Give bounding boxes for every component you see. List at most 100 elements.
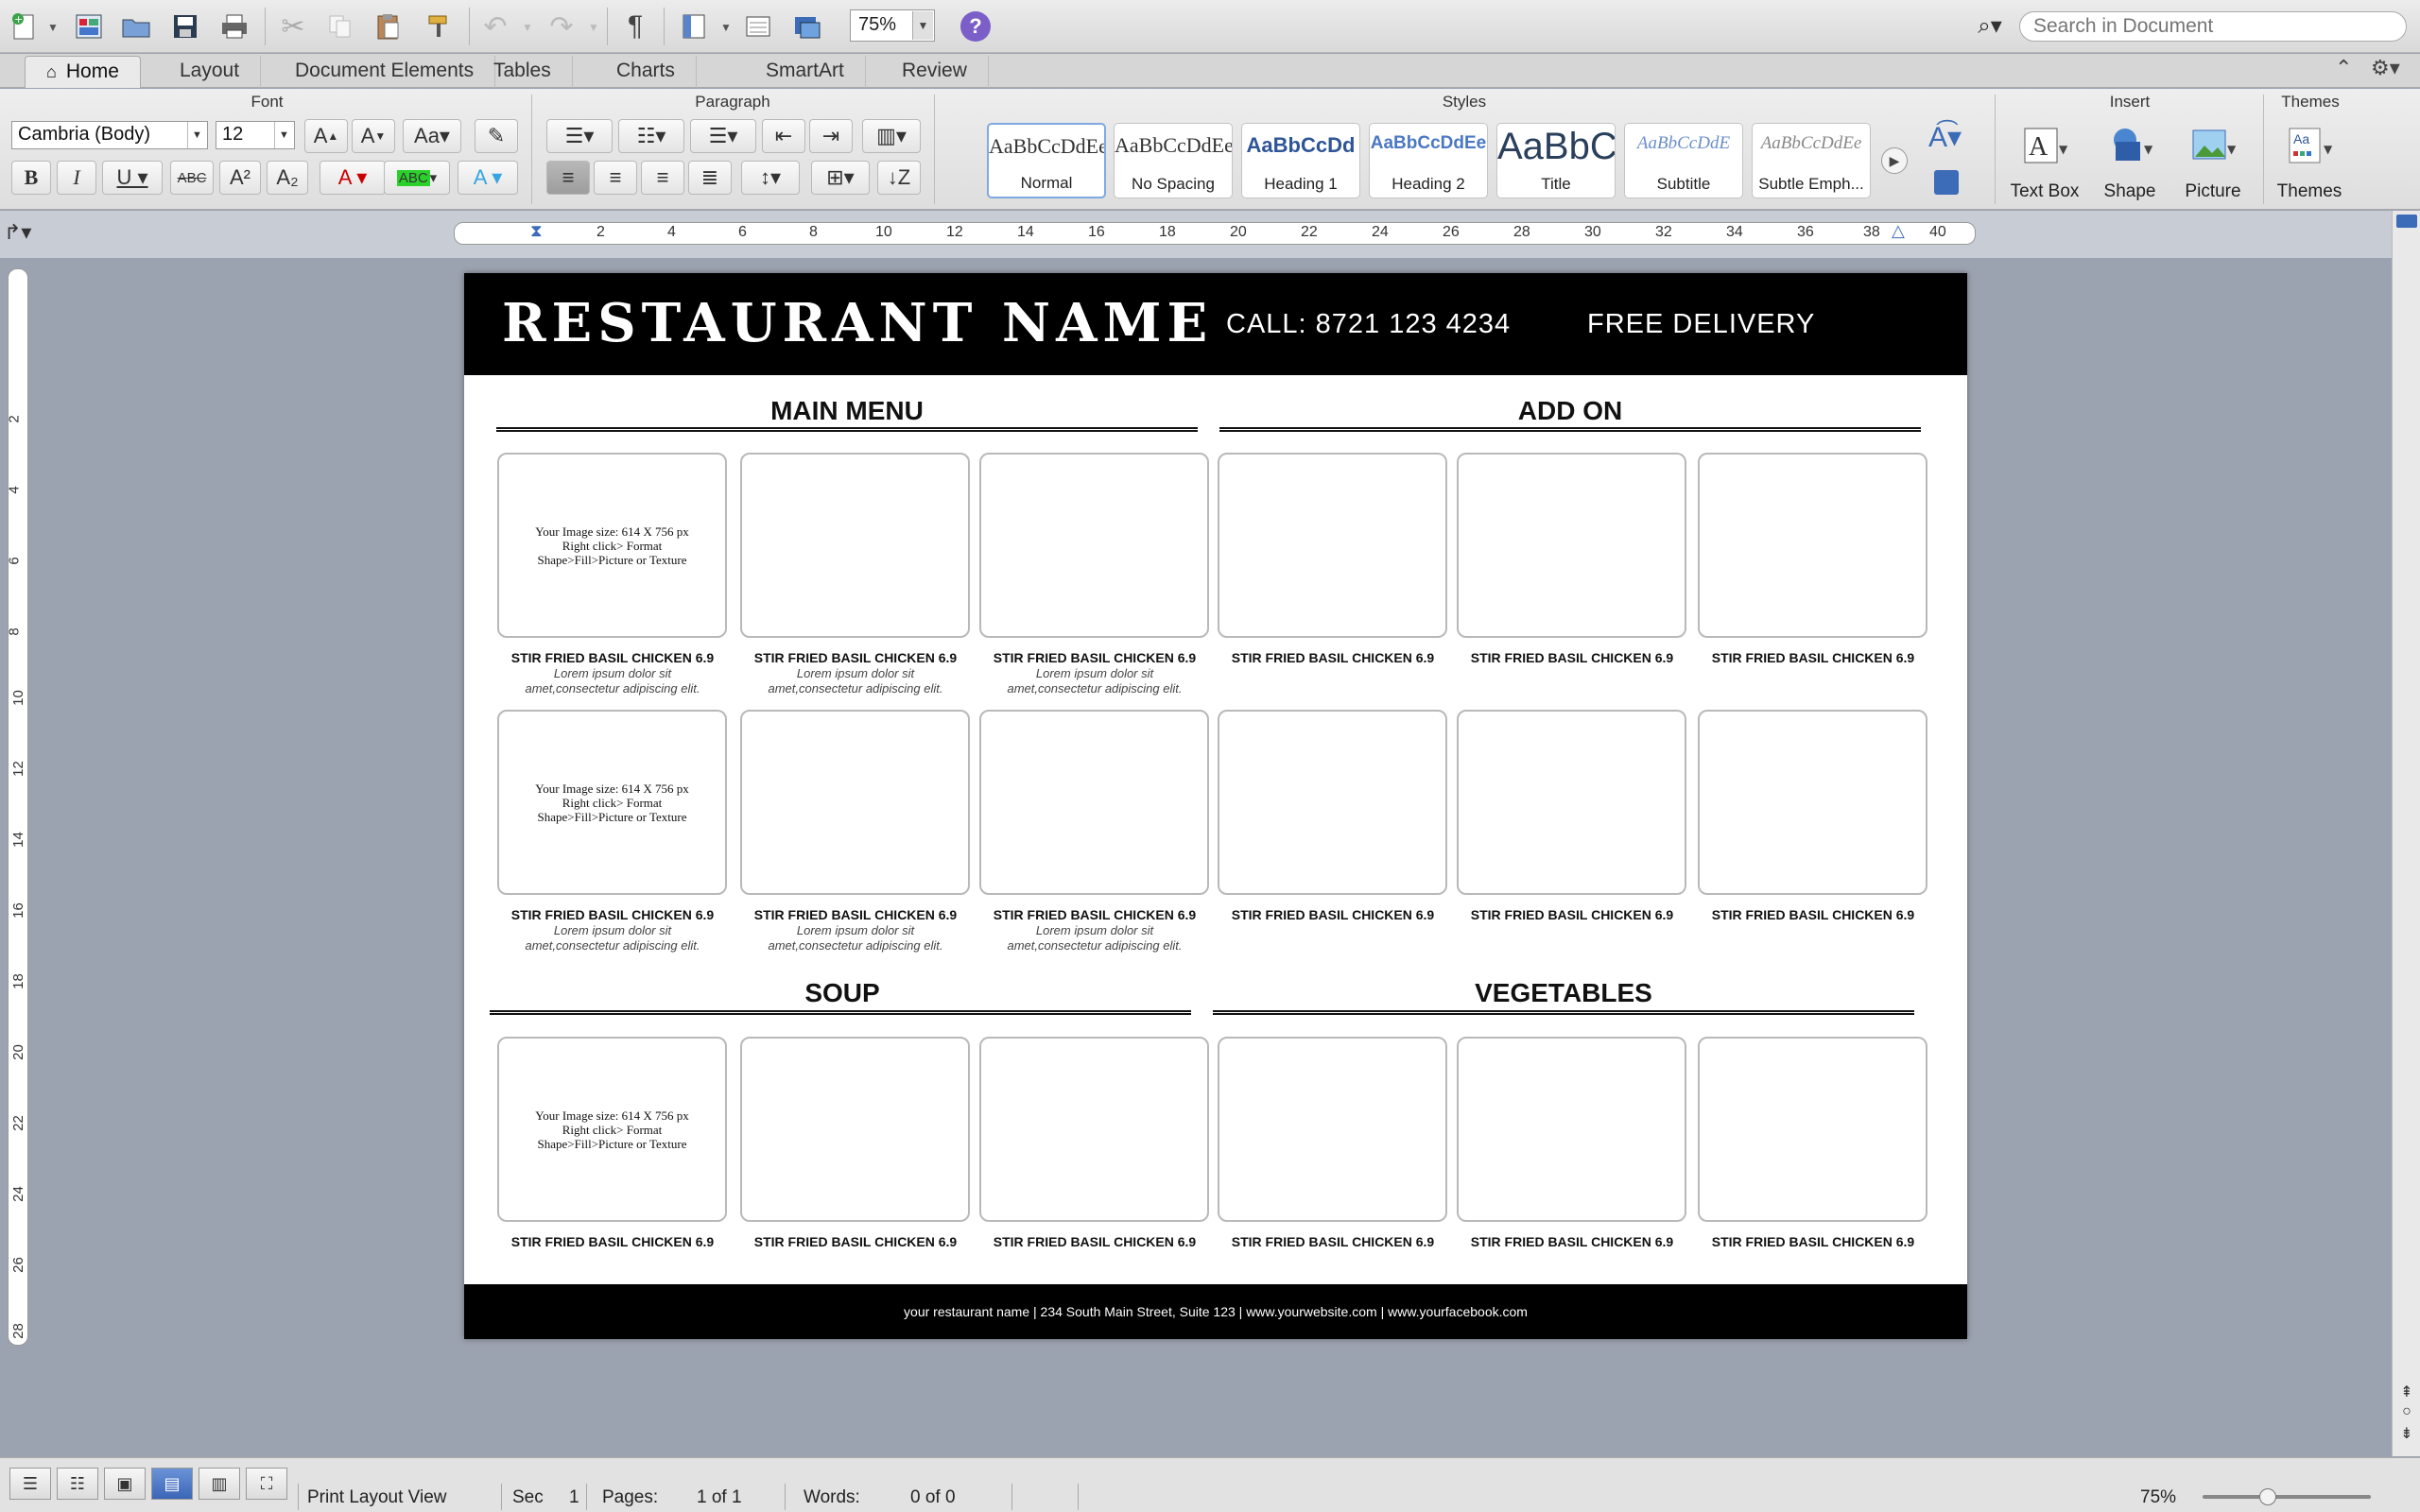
tab-layout[interactable]: Layout [159,56,262,88]
horizontal-ruler[interactable]: ⧗ △ 2 4 6 8 10 12 14 16 18 20 22 24 26 2… [454,221,1976,245]
style-subtitle[interactable]: AaBbCcDdE Subtitle [1624,123,1743,198]
image-placeholder[interactable] [1457,710,1686,895]
vertical-scrollbar[interactable]: ⇞ ○ ⇟ [2392,211,2420,1456]
zoom-dropdown-icon[interactable]: ▼ [912,11,933,40]
image-placeholder[interactable] [1698,453,1927,638]
font-color-icon[interactable]: A ▾ [320,161,386,195]
focus-view-icon[interactable]: ⛶ [246,1468,287,1500]
increase-indent-icon[interactable]: ⇥ [809,119,853,153]
change-case-icon[interactable]: Aa▾ [403,119,461,153]
shrink-font-icon[interactable]: A ▼ [352,119,395,153]
font-name-dropdown-icon[interactable]: ▼ [187,122,206,148]
redo-icon[interactable]: ↷ [543,8,580,45]
tab-review[interactable]: Review [881,56,989,88]
collapse-ribbon-icon[interactable]: ⌃ [2335,56,2352,80]
borders-icon[interactable]: ⊞▾ [811,161,870,195]
font-size-dropdown-icon[interactable]: ▼ [274,122,293,148]
image-placeholder[interactable] [1698,710,1927,895]
themes-button[interactable]: Aa ▼ Themes [2267,123,2352,202]
clear-formatting-icon[interactable]: ✎ [475,119,518,153]
manage-styles-icon[interactable]: A͡▾ [1928,121,1962,154]
tab-charts[interactable]: Charts [596,56,697,88]
image-placeholder[interactable] [979,710,1209,895]
subscript-icon[interactable]: A₂ [267,161,308,195]
vertical-ruler[interactable]: 2 4 6 8 10 12 14 16 18 20 22 24 26 28 [7,268,28,1346]
image-placeholder[interactable] [740,453,970,638]
image-placeholder[interactable] [979,453,1209,638]
search-icon[interactable]: ⌕▾ [1966,9,2014,43]
search-input[interactable] [2019,11,2407,42]
split-view-icon[interactable] [2396,215,2417,228]
gear-icon[interactable]: ⚙▾ [2371,56,2400,80]
text-effects-icon[interactable]: A ▾ [458,161,518,195]
styles-pane-icon[interactable] [1934,170,1959,195]
style-subtle-emphasis[interactable]: AaBbCcDdEe Subtle Emph... [1752,123,1871,198]
notebook-layout-icon[interactable]: ▥ [199,1468,240,1500]
image-placeholder[interactable] [740,1037,970,1222]
multilevel-list-icon[interactable]: ☰▾ [690,119,756,153]
image-placeholder[interactable] [1698,1037,1927,1222]
outline-view-icon[interactable]: ☷ [57,1468,98,1500]
print-icon[interactable] [216,8,253,45]
align-right-icon[interactable]: ≡ [641,161,684,195]
next-page-icon[interactable]: ⇟ [2396,1424,2417,1445]
superscript-icon[interactable]: A² [219,161,261,195]
justify-icon[interactable]: ≣ [688,161,732,195]
style-heading-1[interactable]: AaBbCcDd Heading 1 [1241,123,1360,198]
zoom-slider[interactable] [2203,1495,2371,1499]
format-painter-icon[interactable] [420,8,458,45]
right-indent-marker[interactable]: △ [1892,221,1905,241]
paste-icon[interactable] [369,8,406,45]
style-normal[interactable]: AaBbCcDdEe Normal [987,123,1106,198]
bold-icon[interactable]: B [11,161,51,195]
tab-home[interactable]: ⌂ Home [25,56,141,88]
line-spacing-icon[interactable]: ↕▾ [741,161,800,195]
redo-dropdown-icon[interactable]: ▼ [588,21,599,34]
open-icon[interactable] [117,8,155,45]
style-no-spacing[interactable]: AaBbCcDdEe No Spacing [1114,123,1233,198]
copy-icon[interactable] [321,8,359,45]
tab-stop-selector-icon[interactable]: ↱▾ [4,220,36,249]
columns-icon[interactable]: ▥▾ [862,119,921,153]
help-icon[interactable]: ? [960,11,991,42]
undo-icon[interactable]: ↶ [476,8,514,45]
italic-icon[interactable]: I [57,161,96,195]
text-box-button[interactable]: A ▼ Text Box [2002,123,2087,202]
document-page[interactable]: RESTAURANT NAME CALL: 8721 123 4234 FREE… [464,273,1967,1339]
picture-button[interactable]: ▼ Picture [2170,123,2256,202]
sidebar-icon[interactable] [675,8,713,45]
style-heading-2[interactable]: AaBbCcDdEe Heading 2 [1369,123,1488,198]
draft-view-icon[interactable]: ☰ [9,1468,51,1500]
new-dropdown-icon[interactable]: ▼ [47,21,59,34]
print-layout-icon[interactable]: ▤ [151,1468,193,1500]
image-placeholder[interactable] [1218,1037,1447,1222]
browse-object-icon[interactable]: ○ [2396,1403,2417,1424]
media-browser-icon[interactable] [788,8,826,45]
templates-icon[interactable] [70,8,108,45]
decrease-indent-icon[interactable]: ⇤ [762,119,805,153]
image-placeholder[interactable]: Your Image size: 614 X 756 px Right click… [497,1037,727,1222]
sidebar-dropdown-icon[interactable]: ▼ [720,21,732,34]
image-placeholder[interactable] [1457,453,1686,638]
cut-icon[interactable]: ✂ [274,8,312,45]
image-placeholder[interactable] [1218,453,1447,638]
shape-button[interactable]: ▼ Shape [2087,123,2172,202]
tab-document-elements[interactable]: Document Elements [274,56,496,88]
font-name-select[interactable]: Cambria (Body) [11,121,208,149]
sort-icon[interactable]: ↓Z [877,161,921,195]
publishing-layout-icon[interactable]: ▣ [104,1468,146,1500]
image-placeholder[interactable]: Your Image size: 614 X 756 px Right click… [497,710,727,895]
view-icon[interactable] [739,8,777,45]
image-placeholder[interactable]: Your Image size: 614 X 756 px Right click… [497,453,727,638]
zoom-slider-handle[interactable] [2259,1488,2276,1505]
styles-next-icon[interactable]: ▶ [1881,147,1908,174]
numbering-icon[interactable]: ☷▾ [618,119,684,153]
highlight-icon[interactable]: ABC ▾ [384,161,450,195]
save-icon[interactable] [166,8,204,45]
tab-smartart[interactable]: SmartArt [745,56,866,88]
tab-tables[interactable]: Tables [473,56,573,88]
show-formatting-icon[interactable]: ¶ [616,8,654,45]
underline-icon[interactable]: U ▾ [102,161,163,195]
align-left-icon[interactable]: ≡ [546,161,590,195]
undo-dropdown-icon[interactable]: ▼ [522,21,533,34]
